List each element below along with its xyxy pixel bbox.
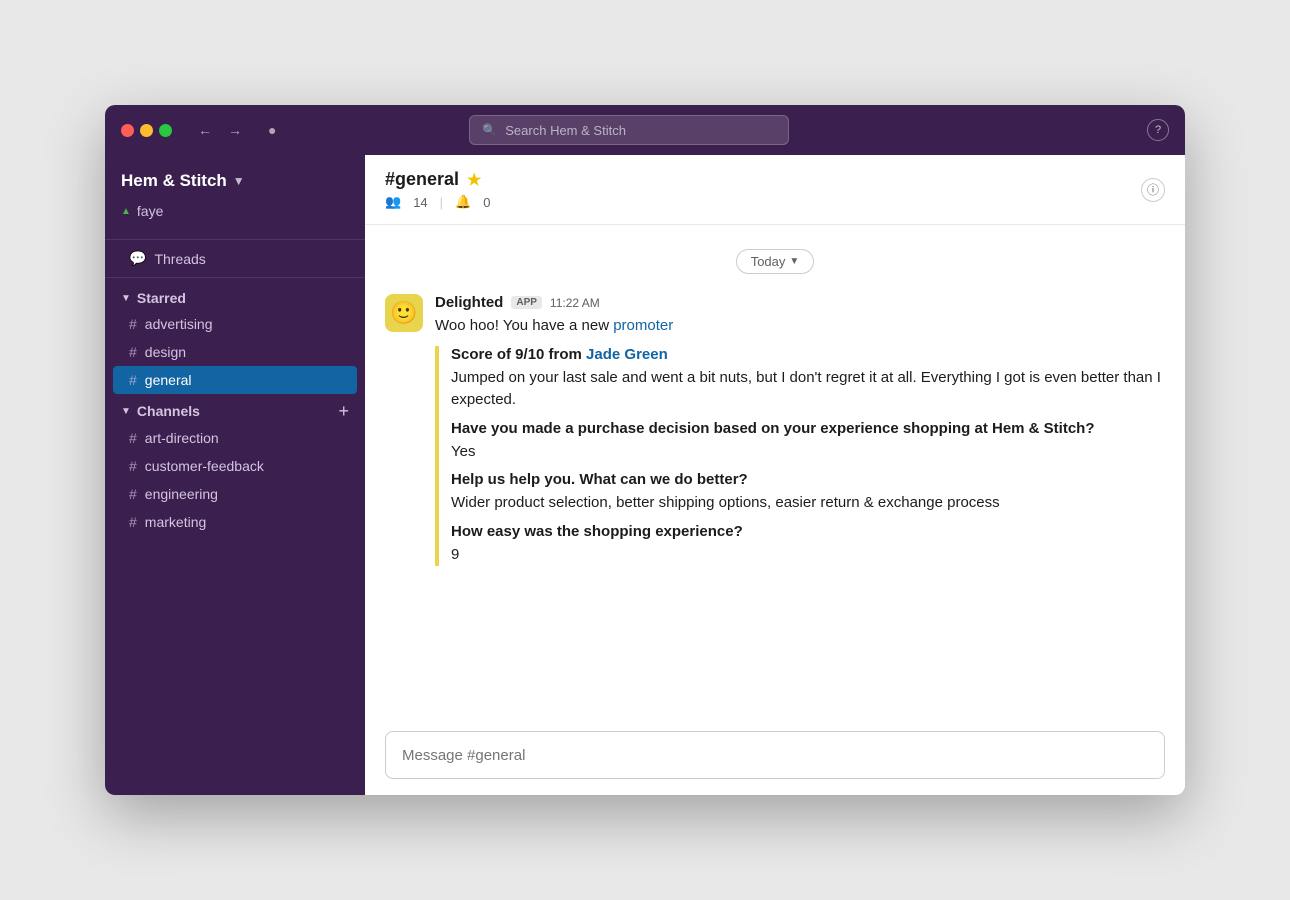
channels-collapse-icon: ▼ <box>121 406 131 417</box>
sidebar-item-threads[interactable]: 💬 Threads <box>113 244 357 273</box>
chat-input-container <box>365 719 1185 795</box>
sidebar-divider-2 <box>105 277 365 278</box>
maximize-button[interactable] <box>159 124 172 137</box>
date-label: Today <box>751 254 786 269</box>
date-pill[interactable]: Today ▼ <box>736 249 815 274</box>
members-count: 14 <box>413 195 427 210</box>
score-label: Score of 9/10 from Jade Green <box>451 346 1165 363</box>
sidebar-divider <box>105 239 365 240</box>
chat-messages: Today ▼ 🙂 Delighted APP 11:22 AM Woo hoo… <box>365 225 1185 719</box>
sidebar-item-advertising[interactable]: # advertising <box>113 310 357 338</box>
channel-name-art-direction: art-direction <box>145 430 219 446</box>
channel-title: #general ★ <box>385 169 490 190</box>
avatar: 🙂 <box>385 294 423 332</box>
question-3: How easy was the shopping experience? <box>451 523 1165 540</box>
channel-info-button[interactable]: ⓘ <box>1141 178 1165 202</box>
history-button[interactable]: ● <box>260 118 284 142</box>
channel-name-marketing: marketing <box>145 514 206 530</box>
chat-area: #general ★ 👥 14 | 🔔 0 ⓘ Today <box>365 155 1185 795</box>
channel-name-design: design <box>145 344 186 360</box>
sidebar-item-general[interactable]: # general <box>113 366 357 394</box>
message-header: Delighted APP 11:22 AM <box>435 294 1165 311</box>
message-timestamp: 11:22 AM <box>550 296 600 310</box>
app-window: ← → ● 🔍 ? Hem & Stitch ▼ ▲ faye 💬 Thread… <box>105 105 1185 795</box>
traffic-lights <box>121 124 172 137</box>
answer-3: 9 <box>451 544 1165 567</box>
threads-icon: 💬 <box>129 250 146 267</box>
channel-name-customer-feedback: customer-feedback <box>145 458 264 474</box>
hash-icon: # <box>129 344 137 360</box>
feedback-text: Jumped on your last sale and went a bit … <box>451 367 1165 412</box>
hash-icon: # <box>129 486 137 502</box>
sidebar-item-art-direction[interactable]: # art-direction <box>113 424 357 452</box>
meta-divider: | <box>440 195 443 210</box>
members-icon: 👥 <box>385 194 401 210</box>
message-content: Delighted APP 11:22 AM Woo hoo! You have… <box>435 294 1165 574</box>
jade-green-link[interactable]: Jade Green <box>586 346 668 363</box>
add-channel-button[interactable]: + <box>338 402 349 420</box>
sidebar-item-marketing[interactable]: # marketing <box>113 508 357 536</box>
channel-name-advertising: advertising <box>145 316 213 332</box>
workspace-header[interactable]: Hem & Stitch ▼ <box>105 155 365 199</box>
hash-icon: # <box>129 514 137 530</box>
hash-icon: # <box>129 430 137 446</box>
channels-section-header[interactable]: ▼ Channels + <box>105 394 365 424</box>
score-prefix: Score of 9/10 from <box>451 346 586 363</box>
search-bar[interactable]: 🔍 <box>469 115 789 145</box>
status-online-icon: ▲ <box>121 206 131 217</box>
workspace-name: Hem & Stitch <box>121 171 227 191</box>
search-input[interactable] <box>505 123 776 138</box>
sidebar-item-engineering[interactable]: # engineering <box>113 480 357 508</box>
hash-icon: # <box>129 316 137 332</box>
search-icon: 🔍 <box>482 123 497 137</box>
channel-info: #general ★ 👥 14 | 🔔 0 <box>385 169 490 210</box>
notifications-count: 0 <box>483 195 490 210</box>
channel-name-general: general <box>145 372 192 388</box>
promoter-link[interactable]: promoter <box>613 317 673 334</box>
question-2: Help us help you. What can we do better? <box>451 471 1165 488</box>
workspace-chevron-icon: ▼ <box>233 174 245 188</box>
username-label: faye <box>137 203 163 219</box>
hash-icon: # <box>129 372 137 388</box>
answer-2: Wider product selection, better shipping… <box>451 492 1165 515</box>
channels-section-label: Channels <box>137 403 200 419</box>
starred-collapse-icon: ▼ <box>121 293 131 304</box>
quote-block: Score of 9/10 from Jade Green Jumped on … <box>435 346 1165 567</box>
message-intro: Woo hoo! You have a new promoter <box>435 315 1165 338</box>
sidebar: Hem & Stitch ▼ ▲ faye 💬 Threads ▼ Starre… <box>105 155 365 795</box>
date-divider: Today ▼ <box>385 249 1165 274</box>
main-content: Hem & Stitch ▼ ▲ faye 💬 Threads ▼ Starre… <box>105 155 1185 795</box>
star-icon[interactable]: ★ <box>467 170 481 190</box>
hash-icon: # <box>129 458 137 474</box>
notifications-icon: 🔔 <box>455 194 471 210</box>
message: 🙂 Delighted APP 11:22 AM Woo hoo! You ha… <box>385 294 1165 574</box>
minimize-button[interactable] <box>140 124 153 137</box>
message-input[interactable] <box>385 731 1165 779</box>
question-1: Have you made a purchase decision based … <box>451 420 1165 437</box>
channel-name-engineering: engineering <box>145 486 218 502</box>
help-button[interactable]: ? <box>1147 119 1169 141</box>
answer-1: Yes <box>451 441 1165 464</box>
channel-name-heading: #general <box>385 169 459 190</box>
user-status[interactable]: ▲ faye <box>105 199 365 235</box>
nav-arrows: ← → <box>192 118 248 142</box>
channel-meta: 👥 14 | 🔔 0 <box>385 194 490 210</box>
sidebar-item-customer-feedback[interactable]: # customer-feedback <box>113 452 357 480</box>
sender-name: Delighted <box>435 294 503 311</box>
chat-header: #general ★ 👥 14 | 🔔 0 ⓘ <box>365 155 1185 225</box>
titlebar: ← → ● 🔍 ? <box>105 105 1185 155</box>
close-button[interactable] <box>121 124 134 137</box>
intro-text: Woo hoo! You have a new <box>435 317 613 334</box>
starred-section-header[interactable]: ▼ Starred <box>105 282 365 310</box>
date-chevron-icon: ▼ <box>789 256 799 267</box>
sidebar-item-design[interactable]: # design <box>113 338 357 366</box>
app-badge: APP <box>511 296 542 309</box>
forward-button[interactable]: → <box>222 118 248 142</box>
threads-label: Threads <box>154 251 205 267</box>
back-button[interactable]: ← <box>192 118 218 142</box>
starred-section-label: Starred <box>137 290 186 306</box>
